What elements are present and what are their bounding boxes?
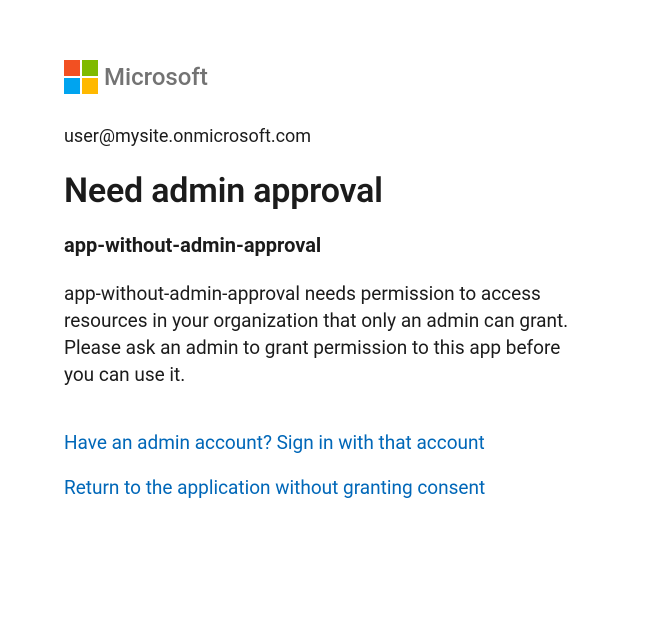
permission-message: app-without-admin-approval needs permiss… [64, 281, 574, 389]
admin-signin-link[interactable]: Have an admin account? Sign in with that… [64, 431, 585, 454]
return-without-consent-link[interactable]: Return to the application without granti… [64, 476, 585, 499]
microsoft-brand: Microsoft [64, 60, 585, 94]
brand-name: Microsoft [104, 63, 208, 91]
page-title: Need admin approval [64, 171, 585, 211]
app-name: app-without-admin-approval [64, 233, 585, 257]
user-email: user@mysite.onmicrosoft.com [64, 126, 585, 147]
microsoft-logo-icon [64, 60, 98, 94]
